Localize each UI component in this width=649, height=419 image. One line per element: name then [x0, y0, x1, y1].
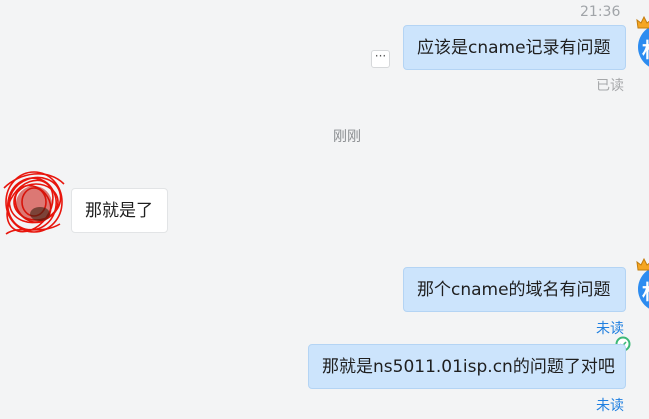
message-text: 应该是cname记录有问题	[417, 38, 611, 58]
message-bubble-incoming[interactable]: 那就是了	[71, 188, 168, 233]
crown-icon	[636, 16, 649, 29]
message-bubble-outgoing[interactable]: 应该是cname记录有问题	[403, 25, 626, 70]
avatar-initial: 林	[642, 276, 649, 305]
read-status: 已读	[596, 78, 624, 94]
avatar[interactable]: 林	[638, 266, 649, 312]
crown-icon	[636, 258, 649, 271]
redacted-avatar	[3, 171, 65, 235]
avatar[interactable]: 林	[638, 24, 649, 70]
message-time: 21:36	[580, 4, 621, 20]
avatar-initial: 林	[642, 34, 649, 63]
more-options-button[interactable]: ···	[371, 50, 390, 68]
chat-window: 21:36 ··· 应该是cname记录有问题 已读 林 刚刚 那就是了	[0, 0, 649, 419]
unread-status: 未读	[596, 398, 624, 414]
message-text: 那个cname的域名有问题	[417, 280, 611, 300]
message-bubble-outgoing[interactable]: 那个cname的域名有问题	[403, 267, 626, 312]
ellipsis-icon: ···	[374, 49, 387, 63]
unread-status: 未读	[596, 321, 624, 337]
time-divider: 刚刚	[333, 129, 361, 145]
message-text: 那就是ns5011.01isp.cn的问题了对吧	[322, 357, 615, 377]
message-bubble-outgoing[interactable]: 那就是ns5011.01isp.cn的问题了对吧	[308, 344, 626, 389]
message-text: 那就是了	[85, 201, 153, 221]
